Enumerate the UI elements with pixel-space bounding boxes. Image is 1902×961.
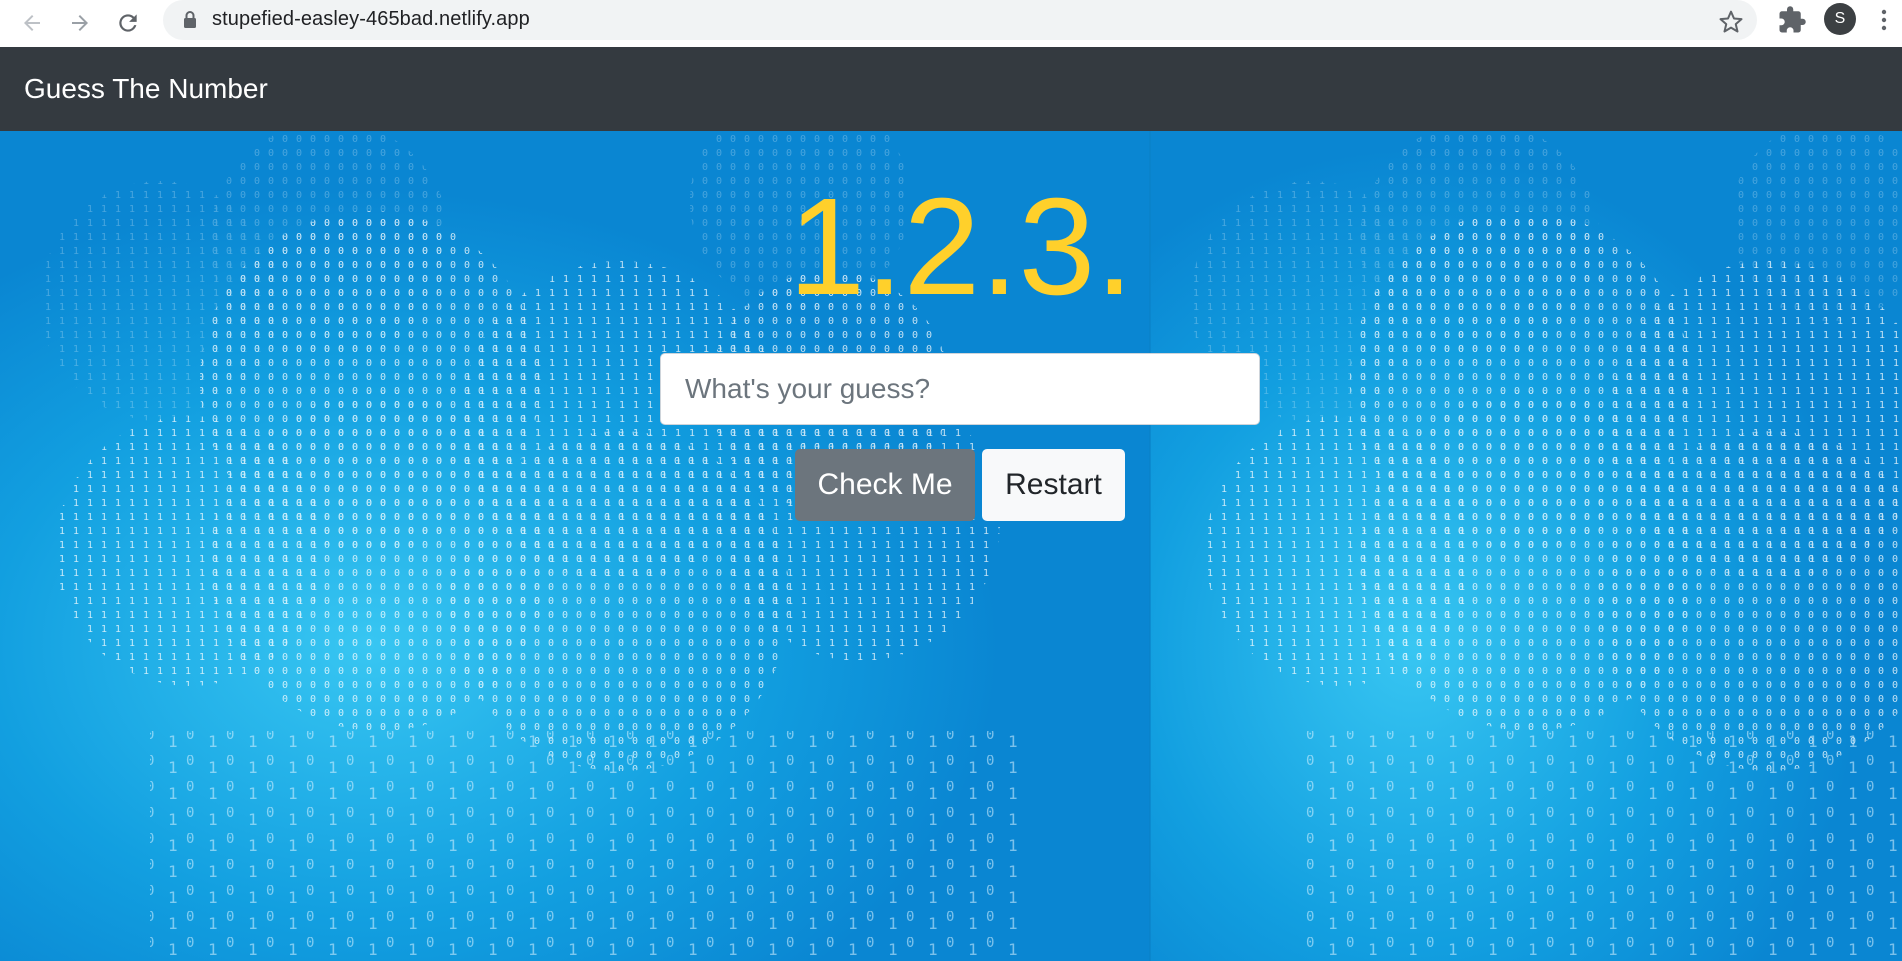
reload-icon[interactable] [110, 5, 146, 41]
game-area: 0 1 1 0 [0, 131, 1902, 961]
check-me-button[interactable]: Check Me [795, 449, 975, 521]
app-navbar: Guess The Number [0, 47, 1902, 131]
star-icon[interactable] [1716, 6, 1746, 36]
profile-avatar[interactable]: S [1824, 3, 1856, 35]
extensions-puzzle-icon[interactable] [1777, 5, 1807, 35]
number-display: 1.2.3. [788, 170, 1134, 324]
back-arrow-icon[interactable] [14, 5, 50, 41]
browser-toolbar: stupefied-easley-465bad.netlify.app S [0, 0, 1902, 47]
restart-button[interactable]: Restart [982, 449, 1125, 521]
guess-input[interactable] [660, 353, 1260, 425]
profile-initial: S [1834, 10, 1846, 27]
url-text[interactable]: stupefied-easley-465bad.netlify.app [212, 8, 530, 31]
navbar-brand[interactable]: Guess The Number [24, 73, 268, 105]
lock-icon[interactable] [181, 10, 199, 30]
forward-arrow-icon[interactable] [62, 5, 98, 41]
menu-dots-icon[interactable] [1872, 5, 1896, 35]
